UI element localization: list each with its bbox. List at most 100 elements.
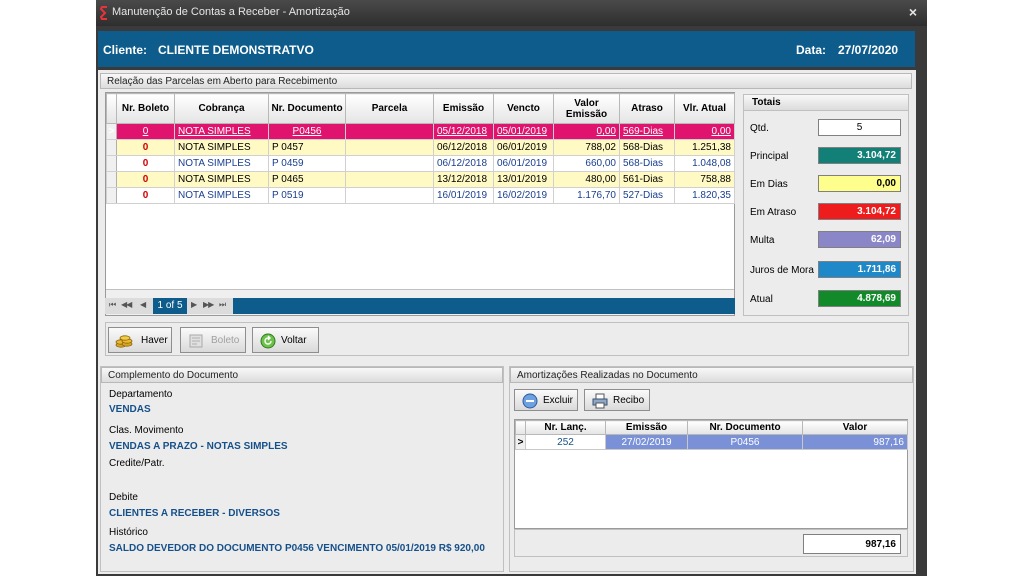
cell-nr-documento[interactable]: P 0465 xyxy=(268,171,346,188)
cell-amort-emissao[interactable]: 27/02/2019 xyxy=(605,434,688,450)
cell-parcela[interactable] xyxy=(345,171,434,188)
col-amort-nr-documento[interactable]: Nr. Documento xyxy=(687,420,803,435)
cell-valor-emissao[interactable]: 1.176,70 xyxy=(553,187,620,204)
boleto-button[interactable]: Boleto xyxy=(180,327,246,353)
col-vlr-atual[interactable]: Vlr. Atual xyxy=(674,93,735,124)
cell-nr-boleto[interactable]: 0 xyxy=(116,123,175,140)
cell-atraso[interactable]: 561-Dias xyxy=(619,171,675,188)
row-indicator: > xyxy=(106,123,117,140)
table-row[interactable]: > 0 NOTA SIMPLES P0456 05/12/2018 05/01/… xyxy=(106,123,735,140)
cell-valor-emissao[interactable]: 788,02 xyxy=(553,139,620,156)
credito-label: Credite/Patr. xyxy=(109,458,165,469)
cell-valor-emissao[interactable]: 480,00 xyxy=(553,171,620,188)
clas-movimento-value: VENDAS A PRAZO - NOTAS SIMPLES xyxy=(109,441,288,452)
cell-cobranca[interactable]: NOTA SIMPLES xyxy=(174,155,269,172)
cell-cobranca[interactable]: NOTA SIMPLES xyxy=(174,139,269,156)
window-title: Manutenção de Contas a Receber - Amortiz… xyxy=(112,6,350,18)
cell-atraso[interactable]: 568-Dias xyxy=(619,139,675,156)
cell-vencto[interactable]: 16/02/2019 xyxy=(493,187,554,204)
col-emissao[interactable]: Emissão xyxy=(433,93,494,124)
cell-nr-boleto[interactable]: 0 xyxy=(116,139,175,156)
cell-vencto[interactable]: 06/01/2019 xyxy=(493,139,554,156)
col-vencto[interactable]: Vencto xyxy=(493,93,554,124)
table-row[interactable]: > 252 27/02/2019 P0456 987,16 xyxy=(515,434,908,450)
client-header: Cliente: CLIENTE DEMONSTRATVO Data: 27/0… xyxy=(98,31,915,67)
cell-emissao[interactable]: 16/01/2019 xyxy=(433,187,494,204)
cell-emissao[interactable]: 05/12/2018 xyxy=(433,123,494,140)
prev-page-group-icon[interactable]: ◀◀ xyxy=(121,300,132,309)
excluir-button[interactable]: Excluir xyxy=(514,389,578,411)
cell-vlr-atual[interactable]: 1.048,08 xyxy=(674,155,735,172)
cell-vencto[interactable]: 06/01/2019 xyxy=(493,155,554,172)
client-label: Cliente: xyxy=(103,43,148,57)
coins-icon xyxy=(115,335,133,348)
cell-vencto[interactable]: 05/01/2019 xyxy=(493,123,554,140)
last-page-icon[interactable]: ⏭ xyxy=(219,300,226,310)
next-page-group-icon[interactable]: ▶▶ xyxy=(203,300,214,309)
cell-nr-boleto[interactable]: 0 xyxy=(116,187,175,204)
cell-nr-lanc[interactable]: 252 xyxy=(525,434,606,450)
haver-button[interactable]: Haver xyxy=(108,327,172,353)
next-icon[interactable]: ▶ xyxy=(191,300,197,309)
total-multa-value: 62,09 xyxy=(818,231,901,248)
voltar-button[interactable]: Voltar xyxy=(252,327,319,353)
cell-vencto[interactable]: 13/01/2019 xyxy=(493,171,554,188)
col-cobranca[interactable]: Cobrança xyxy=(174,93,269,124)
col-amort-emissao[interactable]: Emissão xyxy=(605,420,688,435)
table-row[interactable]: 0 NOTA SIMPLES P 0465 13/12/2018 13/01/2… xyxy=(106,171,735,188)
indicator-header xyxy=(106,93,117,124)
col-nr-boleto[interactable]: Nr. Boleto xyxy=(116,93,175,124)
cell-emissao[interactable]: 06/12/2018 xyxy=(433,155,494,172)
cell-cobranca[interactable]: NOTA SIMPLES xyxy=(174,171,269,188)
cell-emissao[interactable]: 13/12/2018 xyxy=(433,171,494,188)
cell-nr-documento[interactable]: P 0459 xyxy=(268,155,346,172)
cell-nr-boleto[interactable]: 0 xyxy=(116,155,175,172)
parcelas-grid[interactable]: Nr. Boleto Cobrança Nr. Documento Parcel… xyxy=(105,92,735,316)
voltar-label: Voltar xyxy=(281,335,307,346)
cell-nr-documento[interactable]: P0456 xyxy=(268,123,346,140)
date-value: 27/07/2020 xyxy=(838,43,899,57)
col-amort-valor[interactable]: Valor xyxy=(802,420,908,435)
cell-atraso[interactable]: 568-Dias xyxy=(619,155,675,172)
cell-atraso[interactable]: 569-Dias xyxy=(619,123,675,140)
total-qtd-label: Qtd. xyxy=(750,123,769,134)
cell-amort-valor[interactable]: 987,16 xyxy=(802,434,908,450)
col-nr-documento[interactable]: Nr. Documento xyxy=(268,93,346,124)
table-row[interactable]: 0 NOTA SIMPLES P 0519 16/01/2019 16/02/2… xyxy=(106,187,735,204)
cell-cobranca[interactable]: NOTA SIMPLES xyxy=(174,123,269,140)
cell-parcela[interactable] xyxy=(345,187,434,204)
cell-vlr-atual[interactable]: 758,88 xyxy=(674,171,735,188)
cell-cobranca[interactable]: NOTA SIMPLES xyxy=(174,187,269,204)
cell-parcela[interactable] xyxy=(345,123,434,140)
cell-nr-boleto[interactable]: 0 xyxy=(116,171,175,188)
cell-valor-emissao[interactable]: 660,00 xyxy=(553,155,620,172)
table-row[interactable]: 0 NOTA SIMPLES P 0459 06/12/2018 06/01/2… xyxy=(106,155,735,172)
total-principal-value: 3.104,72 xyxy=(818,147,901,164)
col-nr-lanc[interactable]: Nr. Lanç. xyxy=(525,420,606,435)
recibo-button[interactable]: Recibo xyxy=(584,389,650,411)
cell-nr-documento[interactable]: P 0519 xyxy=(268,187,346,204)
cell-parcela[interactable] xyxy=(345,139,434,156)
cell-vlr-atual[interactable]: 1.820,35 xyxy=(674,187,735,204)
cell-vlr-atual[interactable]: 0,00 xyxy=(674,123,735,140)
cell-parcela[interactable] xyxy=(345,155,434,172)
cell-amort-nr-documento[interactable]: P0456 xyxy=(687,434,803,450)
prev-icon[interactable]: ◀ xyxy=(140,300,146,309)
title-bar: Manutenção de Contas a Receber - Amortiz… xyxy=(96,0,927,26)
col-valor-emissao[interactable]: Valor Emissão xyxy=(553,93,620,124)
cell-nr-documento[interactable]: P 0457 xyxy=(268,139,346,156)
col-atraso[interactable]: Atraso xyxy=(619,93,675,124)
amort-indicator-header xyxy=(515,420,526,435)
date-label: Data: xyxy=(796,43,827,57)
col-parcela[interactable]: Parcela xyxy=(345,93,434,124)
first-page-icon[interactable]: ⏮ xyxy=(109,300,116,310)
table-row[interactable]: 0 NOTA SIMPLES P 0457 06/12/2018 06/01/2… xyxy=(106,139,735,156)
close-icon[interactable]: × xyxy=(905,4,921,20)
amortizacoes-grid[interactable]: Nr. Lanç. Emissão Nr. Documento Valor > … xyxy=(514,419,908,529)
pagination-controls: ⏮ ◀◀ ◀ 1 of 5 ▶ ▶▶ ⏭ xyxy=(105,298,233,314)
cell-emissao[interactable]: 06/12/2018 xyxy=(433,139,494,156)
cell-vlr-atual[interactable]: 1.251,38 xyxy=(674,139,735,156)
cell-atraso[interactable]: 527-Dias xyxy=(619,187,675,204)
row-indicator xyxy=(106,139,117,156)
cell-valor-emissao[interactable]: 0,00 xyxy=(553,123,620,140)
